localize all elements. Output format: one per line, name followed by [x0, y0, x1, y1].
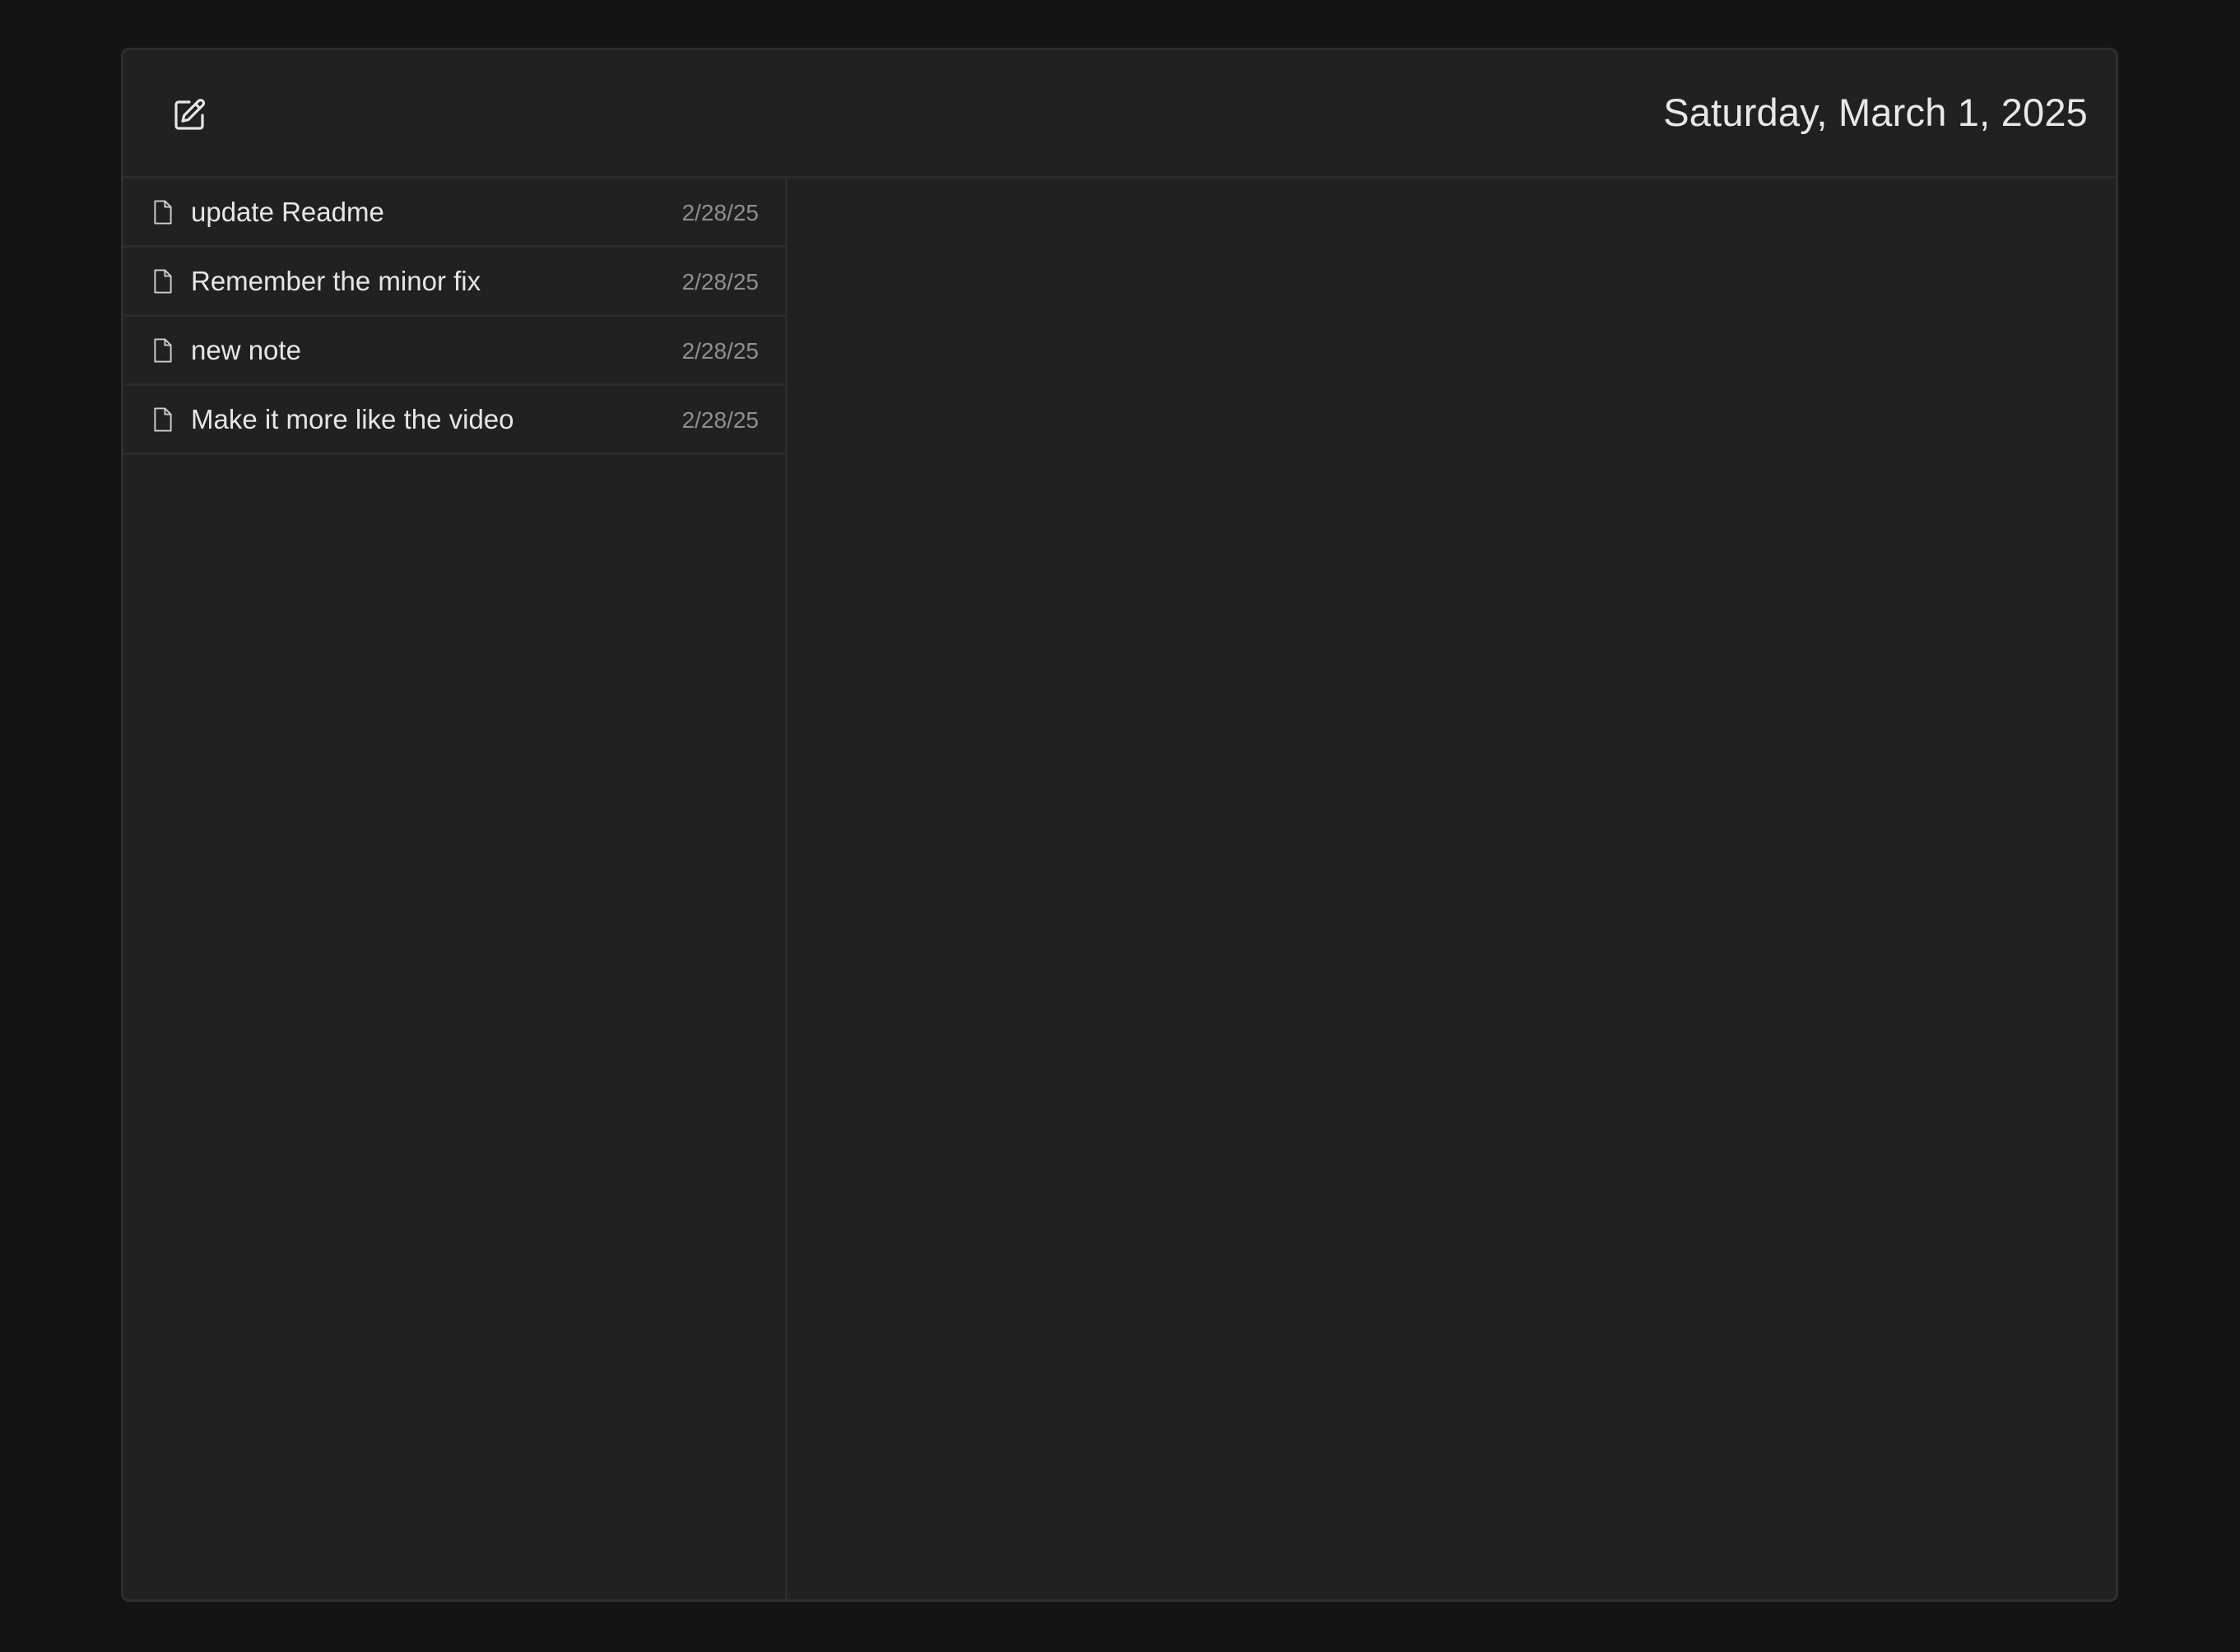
note-list-item[interactable]: update Readme 2/28/25 — [123, 179, 785, 248]
note-list-item[interactable]: new note 2/28/25 — [123, 317, 785, 386]
note-title: update Readme — [191, 197, 384, 227]
new-note-button[interactable] — [170, 95, 209, 135]
header: Saturday, March 1, 2025 — [123, 50, 2116, 179]
note-title: Remember the minor fix — [191, 266, 481, 296]
note-title: new note — [191, 335, 301, 365]
notes-list: update Readme 2/28/25 Remember the minor… — [123, 179, 788, 1599]
app-window: Saturday, March 1, 2025 update Readme 2/… — [121, 48, 2118, 1602]
document-icon — [152, 337, 174, 364]
note-list-item[interactable]: Make it more like the video 2/28/25 — [123, 386, 785, 455]
note-editor[interactable] — [788, 179, 2116, 1599]
document-icon — [152, 406, 174, 433]
compose-icon — [174, 99, 206, 130]
note-date: 2/28/25 — [681, 200, 759, 225]
document-icon — [152, 268, 174, 295]
note-title: Make it more like the video — [191, 404, 514, 434]
note-date: 2/28/25 — [681, 269, 759, 295]
note-list-item[interactable]: Remember the minor fix 2/28/25 — [123, 248, 785, 317]
current-date: Saturday, March 1, 2025 — [1663, 90, 2088, 134]
note-date: 2/28/25 — [681, 407, 759, 433]
note-date: 2/28/25 — [681, 338, 759, 364]
document-icon — [152, 199, 174, 225]
